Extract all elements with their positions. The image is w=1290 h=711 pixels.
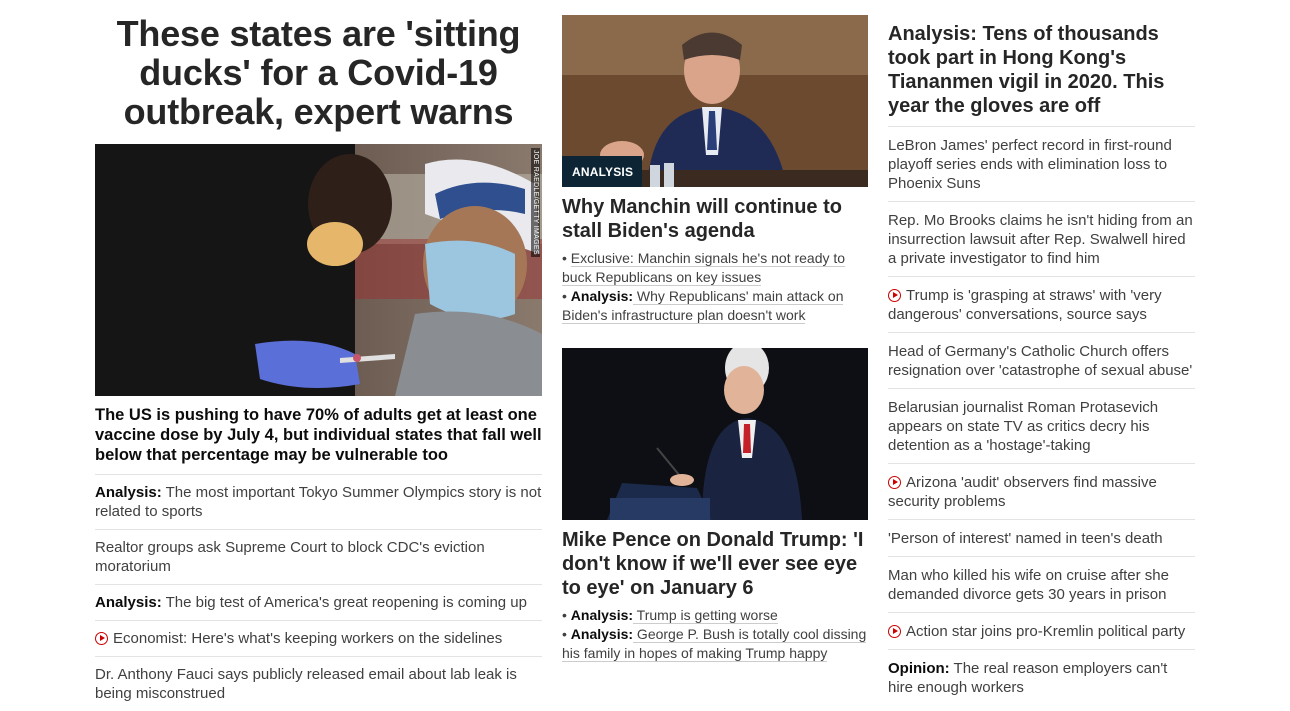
manchin-title-link[interactable]: Why Manchin will continue to stall Biden… xyxy=(562,195,868,243)
right-column: Analysis: Tens of thousands took part in… xyxy=(888,22,1195,705)
related-bullet: • Analysis: Trump is getting worse xyxy=(562,606,868,625)
item-text: Belarusian journalist Roman Protasevich … xyxy=(888,399,1159,454)
manchin-related-bullets: • Exclusive: Manchin signals he's not re… xyxy=(562,249,868,325)
right-headline-item[interactable]: 'Person of interest' named in teen's dea… xyxy=(888,519,1195,556)
lead-subhead-link[interactable]: The US is pushing to have 70% of adults … xyxy=(95,405,542,465)
related-bullet: • Analysis: George P. Bush is totally co… xyxy=(562,625,868,663)
right-headline-item[interactable]: Action star joins pro-Kremlin political … xyxy=(888,612,1195,649)
lead-headline[interactable]: These states are 'sitting ducks' for a C… xyxy=(95,14,542,131)
right-headline-item[interactable]: Arizona 'audit' observers find massive s… xyxy=(888,463,1195,519)
item-text: Economist: Here's what's keeping workers… xyxy=(113,630,503,647)
item-text: The most important Tokyo Summer Olympics… xyxy=(95,484,542,520)
related-bullet: • Exclusive: Manchin signals he's not re… xyxy=(562,249,868,287)
bullet-dot: • xyxy=(562,250,571,266)
pence-image[interactable] xyxy=(562,348,868,520)
video-play-icon xyxy=(95,632,108,645)
lead-related-list: Analysis: The most important Tokyo Summe… xyxy=(95,474,542,711)
bullet-dot: • xyxy=(562,626,571,642)
right-headline-item[interactable]: Belarusian journalist Roman Protasevich … xyxy=(888,388,1195,463)
video-play-icon xyxy=(888,476,901,489)
item-prefix: Opinion: xyxy=(888,660,950,677)
related-bullet-link[interactable]: Analysis: Why Republicans' main attack o… xyxy=(562,288,844,324)
related-bullet-link[interactable]: Analysis: George P. Bush is totally cool… xyxy=(562,626,867,662)
item-text: The big test of America's great reopenin… xyxy=(161,594,527,611)
lead-related-item[interactable]: Dr. Anthony Fauci says publicly released… xyxy=(95,656,542,711)
bullet-prefix: Analysis: xyxy=(570,607,634,623)
pence-story-card: Mike Pence on Donald Trump: 'I don't kno… xyxy=(562,348,868,663)
right-headline-item[interactable]: Rep. Mo Brooks claims he isn't hiding fr… xyxy=(888,201,1195,276)
analysis-label: ANALYSIS xyxy=(562,156,643,187)
right-headline-list: LeBron James' perfect record in first-ro… xyxy=(888,126,1195,705)
item-text: Arizona 'audit' observers find massive s… xyxy=(888,474,1157,510)
right-headline-item[interactable]: Trump is 'grasping at straws' with 'very… xyxy=(888,276,1195,332)
lead-story-column: These states are 'sitting ducks' for a C… xyxy=(95,14,542,711)
bullet-dot: • xyxy=(562,607,571,623)
bullet-prefix: Analysis: xyxy=(570,626,634,642)
photo-credit: JOE RAEDLE/GETTY IMAGES xyxy=(531,148,540,257)
video-play-icon xyxy=(888,625,901,638)
item-text: Trump is 'grasping at straws' with 'very… xyxy=(888,287,1162,323)
lead-subhead[interactable]: The US is pushing to have 70% of adults … xyxy=(95,405,542,465)
right-headline-item[interactable]: LeBron James' perfect record in first-ro… xyxy=(888,126,1195,201)
pence-related-bullets: • Analysis: Trump is getting worse • Anal… xyxy=(562,606,868,663)
lead-related-item[interactable]: Economist: Here's what's keeping workers… xyxy=(95,620,542,656)
item-text: Realtor groups ask Supreme Court to bloc… xyxy=(95,539,485,575)
right-headline-item[interactable]: Opinion: The real reason employers can't… xyxy=(888,649,1195,705)
manchin-story-card: ANALYSIS Why Manchin will continue to st… xyxy=(562,15,868,325)
right-headline-item[interactable]: Head of Germany's Catholic Church offers… xyxy=(888,332,1195,388)
item-text: Head of Germany's Catholic Church offers… xyxy=(888,343,1193,379)
lead-related-item[interactable]: Realtor groups ask Supreme Court to bloc… xyxy=(95,529,542,584)
bullet-dot: • xyxy=(562,288,571,304)
item-text: Action star joins pro-Kremlin political … xyxy=(906,623,1186,640)
related-bullet: • Analysis: Why Republicans' main attack… xyxy=(562,287,868,325)
manchin-image-link[interactable]: ANALYSIS xyxy=(562,15,868,187)
lead-headline-link[interactable]: These states are 'sitting ducks' for a C… xyxy=(95,14,542,131)
lead-related-item[interactable]: Analysis: The big test of America's grea… xyxy=(95,584,542,620)
pence-title-link[interactable]: Mike Pence on Donald Trump: 'I don't kno… xyxy=(562,528,868,600)
bullet-prefix: Analysis: xyxy=(570,288,634,304)
related-bullet-link[interactable]: Exclusive: Manchin signals he's not read… xyxy=(562,250,846,286)
middle-column: ANALYSIS Why Manchin will continue to st… xyxy=(562,15,868,663)
manchin-image[interactable]: ANALYSIS xyxy=(562,15,868,187)
lead-image-link[interactable]: JOE RAEDLE/GETTY IMAGES xyxy=(95,144,542,396)
vaccination-photo xyxy=(95,144,542,396)
item-text: Rep. Mo Brooks claims he isn't hiding fr… xyxy=(888,212,1193,267)
hong-kong-headline[interactable]: Analysis: Tens of thousands took part in… xyxy=(888,22,1195,118)
bullet-text: Trump is getting worse xyxy=(633,607,778,624)
item-text: Man who killed his wife on cruise after … xyxy=(888,567,1169,603)
item-text: 'Person of interest' named in teen's dea… xyxy=(888,530,1163,547)
bullet-text: Exclusive: Manchin signals he's not read… xyxy=(562,250,846,286)
right-headline-item[interactable]: Man who killed his wife on cruise after … xyxy=(888,556,1195,612)
video-play-icon xyxy=(888,289,901,302)
pence-headline[interactable]: Mike Pence on Donald Trump: 'I don't kno… xyxy=(562,528,868,600)
item-prefix: Analysis: xyxy=(95,594,162,611)
related-bullet-link[interactable]: Analysis: Trump is getting worse xyxy=(571,607,778,624)
pence-photo xyxy=(562,348,868,520)
pence-image-link[interactable] xyxy=(562,348,868,520)
item-prefix: Analysis: xyxy=(95,484,162,501)
lead-related-item[interactable]: Analysis: The most important Tokyo Summe… xyxy=(95,474,542,529)
item-text: LeBron James' perfect record in first-ro… xyxy=(888,137,1172,192)
manchin-headline[interactable]: Why Manchin will continue to stall Biden… xyxy=(562,195,868,243)
item-text: Dr. Anthony Fauci says publicly released… xyxy=(95,666,517,702)
hong-kong-headline-link[interactable]: Analysis: Tens of thousands took part in… xyxy=(888,22,1195,118)
lead-image-vaccination[interactable]: JOE RAEDLE/GETTY IMAGES xyxy=(95,144,542,396)
